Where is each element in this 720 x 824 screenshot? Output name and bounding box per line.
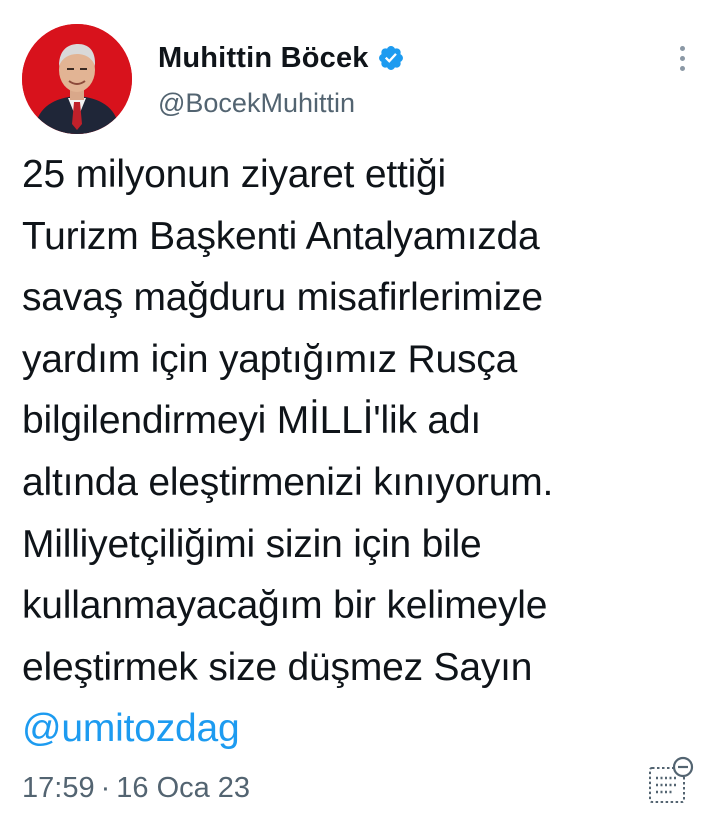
tweet-text-line: 25 milyonun ziyaret ettiği [22,153,447,196]
tweet-time: 17:59 [22,772,95,804]
tweet-text-line: savaş mağduru misafirlerimize [22,276,543,320]
author-handle[interactable]: @BocekMuhittin [158,88,355,119]
tweet-card: Muhittin Böcek @BocekMuhittin 25 milyonu… [0,0,720,824]
tweet-text-line: eleştirmek size düşmez Sayın [22,645,533,689]
tweet-timestamp[interactable]: 17:59 · 16 Oca 23 [22,772,250,805]
meta-separator: · [100,772,111,804]
author-display-name[interactable]: Muhittin Böcek [158,42,369,75]
tweet-text-line: Milliyetçiliğimi sizin için bile [22,522,482,566]
tweet-date: 16 Oca 23 [116,772,251,804]
tweet-text-line: yardım için yaptığımız Rusça [22,337,518,381]
tweet-text-line: altında eleştirmenizi kınıyorum. [22,460,554,504]
mention-link[interactable]: @umitozdag [22,698,712,760]
tweet-text-line: Turizm Başkenti Antalyamızda [22,214,540,258]
author-name-row: Muhittin Böcek [158,38,405,78]
tweet-text-line: bilgilendirmeyi MİLLİ'lik adı [22,399,482,443]
avatar-image [22,24,132,134]
tweet-analytics-icon[interactable] [644,754,698,808]
tweet-text-line: kullanmayacağım bir kelimeyle [22,584,548,628]
tweet-text: 25 milyonun ziyaret ettiği Turizm Başken… [22,144,712,760]
avatar[interactable] [22,24,132,134]
more-options-icon[interactable] [664,38,700,78]
verified-badge-icon [377,44,405,72]
